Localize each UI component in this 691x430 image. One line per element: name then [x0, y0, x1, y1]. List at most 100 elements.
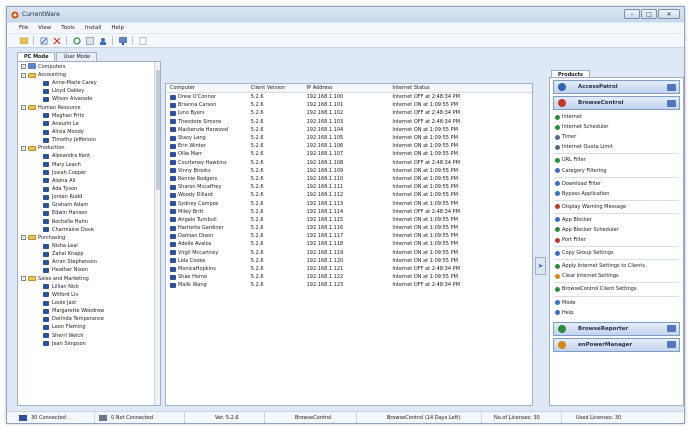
tree-group[interactable]: - Human Resource — [18, 104, 160, 112]
table-row[interactable]: Vinny Brooks 5.2.6 192.168.1.109 Internet O… — [166, 167, 532, 175]
product-item[interactable]: Category Filtering — [550, 165, 683, 175]
scroll-thumb[interactable] — [156, 70, 160, 190]
table-row[interactable]: Juno Byers 5.2.6 192.168.1.102 Internet OFF… — [166, 109, 532, 117]
menu-file[interactable]: File — [19, 25, 28, 31]
product-item[interactable]: Apply Internet Settings to Clients — [550, 261, 683, 271]
column-computer[interactable]: Computer — [166, 85, 251, 91]
tree-item[interactable]: Graham Adam — [18, 201, 160, 209]
tree-item[interactable]: Timothy Jefferson — [18, 136, 160, 144]
tab-user-mode[interactable]: User Mode — [56, 52, 98, 61]
column-client-version[interactable]: Client Version — [251, 85, 307, 91]
tree-group[interactable]: - Sales and Marketing — [18, 275, 160, 283]
table-row[interactable]: Damian Dixon 5.2.6 192.168.1.117 Internet O… — [166, 232, 532, 240]
tree-item[interactable]: Louie Jast — [18, 299, 160, 307]
product-item[interactable]: Display Warning Message — [550, 202, 683, 212]
tree-item[interactable]: Dorinda Temperance — [18, 315, 160, 323]
tree-group[interactable]: - Purchasing — [18, 234, 160, 242]
tree-group[interactable]: - Accounting — [18, 71, 160, 79]
product-item[interactable]: App Blocker Scheduler — [550, 225, 683, 235]
tree-item[interactable]: Anne-Marie Carey — [18, 79, 160, 87]
table-row[interactable]: Malik Wang 5.2.6 192.168.1.123 Internet OFF… — [166, 281, 532, 289]
product-item[interactable]: App Blocker — [550, 215, 683, 225]
tree-item[interactable]: Josiah Cooper — [18, 169, 160, 177]
table-row[interactable]: Sydney Campos 5.2.6 192.168.1.113 Internet … — [166, 199, 532, 207]
tree-root[interactable]: - Computers — [18, 62, 160, 71]
tree-item[interactable]: Zahal Knapp — [18, 250, 160, 258]
tree-item[interactable]: Lloyd Oakley — [18, 87, 160, 95]
open-icon[interactable] — [19, 36, 28, 45]
table-row[interactable]: Erin Winter 5.2.6 192.168.1.106 Internet ON… — [166, 142, 532, 150]
table-row[interactable]: Harriette Gardiner 5.2.6 192.168.1.116 Inte… — [166, 224, 532, 232]
users-icon[interactable] — [98, 36, 107, 45]
tree-item[interactable]: Alexandra Kent — [18, 152, 160, 160]
grid-icon[interactable] — [85, 36, 94, 45]
tree-item[interactable]: Heather Nixon — [18, 266, 160, 274]
menu-view[interactable]: View — [38, 25, 51, 31]
table-row[interactable]: MonicaHopkins 5.2.6 192.168.1.121 Internet … — [166, 265, 532, 273]
product-item[interactable]: Bypass Application — [550, 189, 683, 199]
delete-icon[interactable] — [52, 36, 61, 45]
table-row[interactable]: Woody Dillard 5.2.6 192.168.1.112 Internet … — [166, 191, 532, 199]
product-item[interactable]: Internet Scheduler — [550, 122, 683, 132]
expand-arrow-button[interactable]: ➤ — [535, 257, 546, 275]
table-row[interactable]: Adelle Avalos 5.2.6 192.168.1.118 Internet … — [166, 240, 532, 248]
product-item[interactable]: Copy Group Settings — [550, 248, 683, 258]
collapse-icon[interactable]: - — [21, 276, 26, 282]
edit-icon[interactable] — [39, 36, 48, 45]
tree-item[interactable]: Alaina Ali — [18, 177, 160, 185]
product-accesspatrol[interactable]: AccessPatrol — [553, 80, 680, 94]
tree-item[interactable]: Ada Tyson — [18, 185, 160, 193]
product-item[interactable]: BrowseControl Client Settings — [550, 284, 683, 294]
tree-item[interactable]: Jean Simpson — [18, 340, 160, 348]
tree-item[interactable]: Charmaine Dove — [18, 226, 160, 234]
collapse-icon[interactable]: - — [21, 64, 26, 69]
table-row[interactable]: Mackenzie Harwood 5.2.6 192.168.1.104 Inter… — [166, 126, 532, 134]
table-row[interactable]: Ollie Marr 5.2.6 192.168.1.107 Internet ON … — [166, 150, 532, 158]
table-row[interactable]: Miley Britt 5.2.6 192.168.1.114 Internet OF… — [166, 208, 532, 216]
product-item[interactable]: Internet Quota Limit — [550, 142, 683, 152]
menu-help[interactable]: Help — [111, 25, 124, 31]
table-row[interactable]: Ronnie Rodgers 5.2.6 192.168.1.110 Internet… — [166, 175, 532, 183]
table-row[interactable]: Theodore Simons 5.2.6 192.168.1.103 Interne… — [166, 118, 532, 126]
table-row[interactable]: Drew O'Connor 5.2.6 192.168.1.100 Internet … — [166, 93, 532, 101]
report-icon[interactable] — [138, 36, 147, 45]
product-browsecontrol[interactable]: BrowseControl — [553, 96, 680, 110]
minimize-button[interactable]: – — [624, 9, 640, 19]
product-item[interactable]: Download Filter — [550, 179, 683, 189]
expand-icon[interactable] — [667, 325, 676, 333]
tree-scrollbar[interactable] — [154, 62, 160, 405]
tree-item[interactable]: Alivia Moody — [18, 128, 160, 136]
tree-item[interactable]: Jordan Rudd — [18, 193, 160, 201]
table-row[interactable]: Angelo Turnbull 5.2.6 192.168.1.115 Interne… — [166, 216, 532, 224]
menu-install[interactable]: Install — [85, 25, 102, 31]
table-row[interactable]: Shae Horne 5.2.6 192.168.1.122 Internet ON … — [166, 273, 532, 281]
collapse-icon[interactable]: - — [21, 235, 26, 241]
collapse-icon[interactable]: - — [21, 105, 26, 111]
tree-item[interactable]: Meghan Fritz — [18, 112, 160, 120]
tree-item[interactable]: Wilford Liv — [18, 291, 160, 299]
tree-item[interactable]: Leon Fleming — [18, 323, 160, 331]
tree-item[interactable]: Sherri Welch — [18, 332, 160, 340]
tree-item[interactable]: Arran Stephenson — [18, 258, 160, 266]
product-item[interactable]: URL Filter — [550, 155, 683, 165]
collapse-icon[interactable] — [667, 99, 676, 107]
tree-group[interactable]: - Production — [18, 144, 160, 152]
expand-icon[interactable] — [667, 83, 676, 91]
expand-icon[interactable] — [667, 341, 676, 349]
refresh-icon[interactable] — [72, 36, 81, 45]
table-row[interactable]: Lola Cooke 5.2.6 192.168.1.120 Internet ON … — [166, 257, 532, 265]
tab-pc-mode[interactable]: PC Mode — [17, 52, 56, 61]
product-enpowermanager[interactable]: enPowerManager — [553, 337, 680, 352]
product-item[interactable]: Clear Internet Settings — [550, 271, 683, 281]
column-internet-status[interactable]: Internet Status — [392, 85, 532, 91]
tree-item[interactable]: Rochelle Hahn — [18, 218, 160, 226]
product-item[interactable]: Internet — [550, 112, 683, 122]
product-item[interactable]: Help — [550, 308, 683, 318]
maximize-button[interactable]: □ — [641, 9, 657, 19]
product-item[interactable]: Port Filter — [550, 235, 683, 245]
tree-item[interactable]: Nisha Leal — [18, 242, 160, 250]
tree-item[interactable]: Mary Leach — [18, 161, 160, 169]
menu-tools[interactable]: Tools — [61, 25, 75, 31]
table-row[interactable]: Virgil Mccartney 5.2.6 192.168.1.119 Intern… — [166, 249, 532, 257]
product-browsereporter[interactable]: BrowseReporter — [553, 321, 680, 336]
